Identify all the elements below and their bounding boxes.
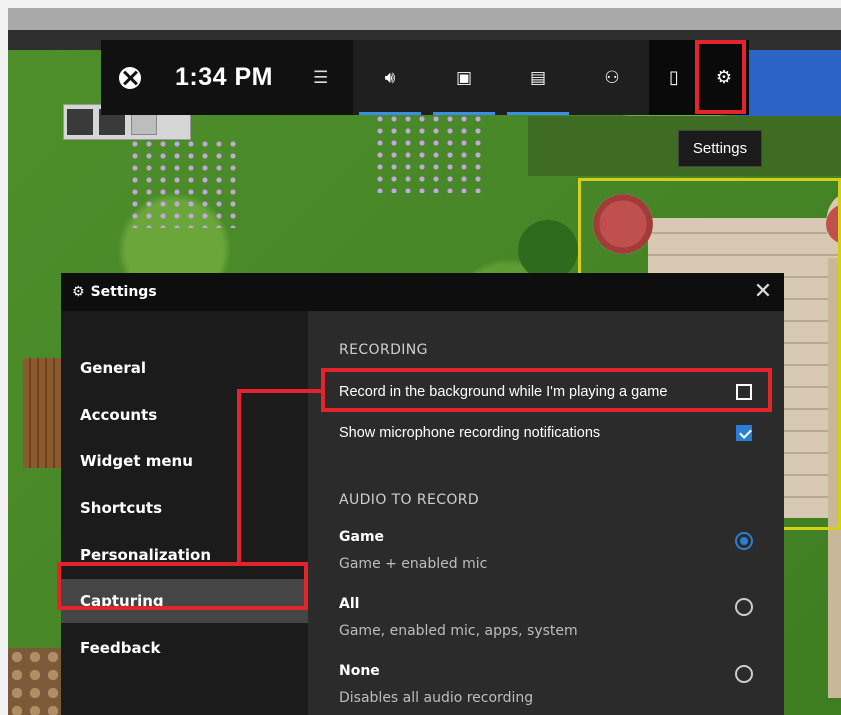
audio-option-none: None <box>339 663 380 679</box>
game-bar: 1:34 PM ☰ 🔊︎ ▣ ▤ ⚇ ▯ ⚙ <box>101 40 749 115</box>
mouse-icon[interactable]: ▯ <box>649 40 699 115</box>
audio-option-all-desc: Game, enabled mic, apps, system <box>339 623 578 639</box>
mic-notifications-label: Show microphone recording notifications <box>339 425 601 441</box>
annotation-gear-highlight <box>695 40 746 114</box>
nav-accounts[interactable]: Accounts <box>61 393 308 437</box>
audio-icon[interactable]: 🔊︎ <box>353 40 427 115</box>
nav-feedback[interactable]: Feedback <box>61 626 308 670</box>
nav-widget-menu[interactable]: Widget menu <box>61 439 308 483</box>
audio-option-game-desc: Game + enabled mic <box>339 556 488 572</box>
audio-heading: AUDIO TO RECORD <box>339 492 480 508</box>
annotation-connector <box>237 389 241 564</box>
audio-radio-game[interactable] <box>735 532 753 550</box>
xbox-logo-icon[interactable] <box>119 66 141 89</box>
annotation-connector <box>237 389 323 393</box>
recording-heading: RECORDING <box>339 342 428 358</box>
flower-patch <box>128 138 238 228</box>
settings-tooltip: Settings <box>678 130 762 167</box>
audio-option-all: All <box>339 596 360 612</box>
settings-window: ⚙ Settings ✕ General Accounts Widget men… <box>61 273 784 715</box>
window-top-band <box>8 8 841 30</box>
audio-option-game: Game <box>339 529 385 545</box>
settings-sidebar: General Accounts Widget menu Shortcuts P… <box>61 311 308 715</box>
mic-notifications-checkbox[interactable] <box>736 425 752 441</box>
water-area-right <box>738 50 841 120</box>
tool-up-icon[interactable] <box>67 109 93 135</box>
annotation-capturing <box>57 562 308 610</box>
widget-menu-icon[interactable]: ☰ <box>313 68 328 88</box>
annotation-record-background <box>321 368 772 412</box>
flower-patch <box>373 113 483 193</box>
gear-icon: ⚙ <box>72 284 85 300</box>
close-icon[interactable]: ✕ <box>752 281 774 303</box>
audio-option-none-desc: Disables all audio recording <box>339 690 534 706</box>
widget-bar: 🔊︎ ▣ ▤ ⚇ <box>353 40 649 115</box>
performance-icon[interactable]: ▤ <box>501 40 575 115</box>
audio-radio-all[interactable] <box>735 598 753 616</box>
audio-radio-none[interactable] <box>735 665 753 683</box>
cobblestone <box>8 648 68 715</box>
nav-general[interactable]: General <box>61 346 308 390</box>
social-icon[interactable]: ⚇ <box>575 40 649 115</box>
nav-shortcuts[interactable]: Shortcuts <box>61 486 308 530</box>
capture-icon[interactable]: ▣ <box>427 40 501 115</box>
clock: 1:34 PM <box>175 63 273 91</box>
game-bar-home: 1:34 PM ☰ <box>101 40 353 115</box>
settings-title-bar: ⚙ Settings ✕ <box>61 273 784 311</box>
settings-title: Settings <box>90 284 157 300</box>
tree <box>518 220 578 280</box>
